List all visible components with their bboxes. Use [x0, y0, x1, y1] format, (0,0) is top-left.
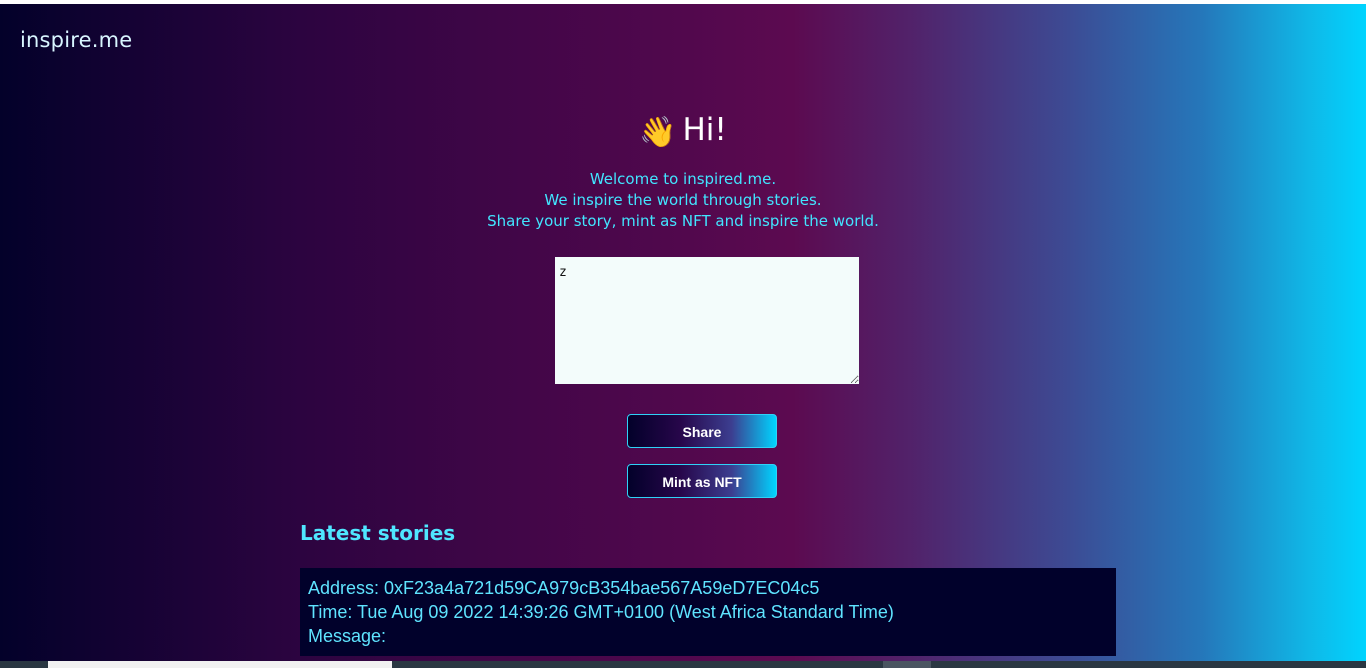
- story-time: Time: Tue Aug 09 2022 14:39:26 GMT+0100 …: [308, 602, 894, 622]
- taskbar-search-box[interactable]: [48, 661, 392, 668]
- greeting-heading: 👋 Hi!: [0, 110, 1366, 153]
- story-address: Address: 0xF23a4a721d59CA979cB354bae567A…: [308, 578, 820, 598]
- greeting-text: Hi!: [682, 112, 727, 148]
- brand-logo[interactable]: inspire.me: [20, 28, 132, 52]
- story-textarea[interactable]: z: [555, 257, 859, 384]
- mint-nft-button[interactable]: Mint as NFT: [627, 464, 777, 498]
- intro-line: Welcome to inspired.me.: [589, 170, 777, 188]
- latest-stories-heading: Latest stories: [300, 521, 456, 545]
- share-button[interactable]: Share: [627, 414, 777, 448]
- browser-top-strip: [0, 0, 1366, 4]
- taskbar-app-button[interactable]: [883, 661, 931, 668]
- intro-text: Welcome to inspired.me. We inspire the w…: [0, 169, 1366, 232]
- story-card: Address: 0xF23a4a721d59CA979cB354bae567A…: [300, 568, 1116, 656]
- os-taskbar: [0, 661, 1366, 668]
- intro-line: We inspire the world through stories.: [544, 191, 822, 209]
- hero-section: 👋 Hi! Welcome to inspired.me. We inspire …: [0, 110, 1366, 232]
- intro-line: Share your story, mint as NFT and inspir…: [487, 212, 879, 230]
- story-message: Message:: [308, 626, 387, 646]
- waving-hand-icon: 👋: [639, 115, 677, 150]
